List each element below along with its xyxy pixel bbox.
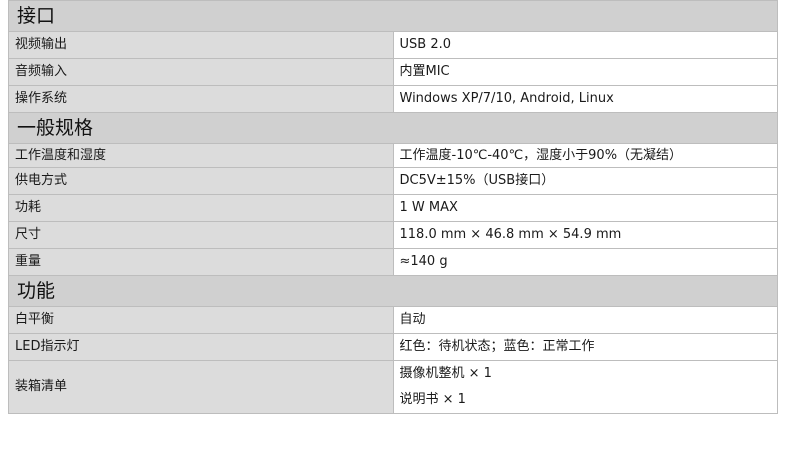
spec-row: 音频输入 内置MIC bbox=[8, 58, 778, 86]
section-title: 接口 bbox=[8, 0, 778, 32]
spec-label: LED指示灯 bbox=[8, 333, 394, 361]
spec-value: 118.0 mm × 46.8 mm × 54.9 mm bbox=[392, 221, 778, 249]
spec-sheet: 接口 视频输出 USB 2.0 音频输入 内置MIC 操作系统 Windows … bbox=[8, 0, 778, 414]
spec-row: 装箱清单 摄像机整机 × 1 说明书 × 1 bbox=[8, 360, 778, 414]
spec-row: LED指示灯 红色：待机状态；蓝色：正常工作 bbox=[8, 333, 778, 361]
spec-row: 尺寸 118.0 mm × 46.8 mm × 54.9 mm bbox=[8, 221, 778, 249]
section-header-interface: 接口 bbox=[8, 0, 778, 32]
spec-row: 视频输出 USB 2.0 bbox=[8, 31, 778, 59]
spec-value: ≈140 g bbox=[392, 248, 778, 276]
spec-value: Windows XP/7/10, Android, Linux bbox=[392, 85, 778, 113]
section-title: 一般规格 bbox=[8, 112, 778, 144]
spec-label: 装箱清单 bbox=[8, 360, 394, 414]
spec-row: 操作系统 Windows XP/7/10, Android, Linux bbox=[8, 85, 778, 113]
package-item: 摄像机整机 × 1 bbox=[399, 366, 492, 381]
spec-table: 接口 视频输出 USB 2.0 音频输入 内置MIC 操作系统 Windows … bbox=[8, 0, 778, 414]
section-header-features: 功能 bbox=[8, 275, 778, 307]
spec-label: 尺寸 bbox=[8, 221, 394, 249]
spec-label: 功耗 bbox=[8, 194, 394, 222]
section-header-general-specs: 一般规格 bbox=[8, 112, 778, 144]
spec-value: DC5V±15%（USB接口） bbox=[392, 167, 778, 195]
spec-row: 重量 ≈140 g bbox=[8, 248, 778, 276]
spec-value: USB 2.0 bbox=[392, 31, 778, 59]
spec-label: 音频输入 bbox=[8, 58, 394, 86]
spec-value: 内置MIC bbox=[392, 58, 778, 86]
spec-row: 白平衡 自动 bbox=[8, 306, 778, 334]
spec-value: 工作温度-10℃-40℃，湿度小于90%（无凝结） bbox=[392, 143, 778, 168]
package-item: 说明书 × 1 bbox=[399, 392, 466, 407]
spec-value: 红色：待机状态；蓝色：正常工作 bbox=[392, 333, 778, 361]
spec-value: 自动 bbox=[392, 306, 778, 334]
spec-value: 1 W MAX bbox=[392, 194, 778, 222]
spec-row: 工作温度和湿度 工作温度-10℃-40℃，湿度小于90%（无凝结） bbox=[8, 143, 778, 168]
section-title: 功能 bbox=[8, 275, 778, 307]
spec-label: 视频输出 bbox=[8, 31, 394, 59]
spec-value-multiline: 摄像机整机 × 1 说明书 × 1 bbox=[392, 360, 778, 414]
spec-label: 重量 bbox=[8, 248, 394, 276]
spec-label: 操作系统 bbox=[8, 85, 394, 113]
spec-row: 供电方式 DC5V±15%（USB接口） bbox=[8, 167, 778, 195]
spec-row: 功耗 1 W MAX bbox=[8, 194, 778, 222]
spec-label: 工作温度和湿度 bbox=[8, 143, 394, 168]
spec-label: 白平衡 bbox=[8, 306, 394, 334]
spec-label: 供电方式 bbox=[8, 167, 394, 195]
